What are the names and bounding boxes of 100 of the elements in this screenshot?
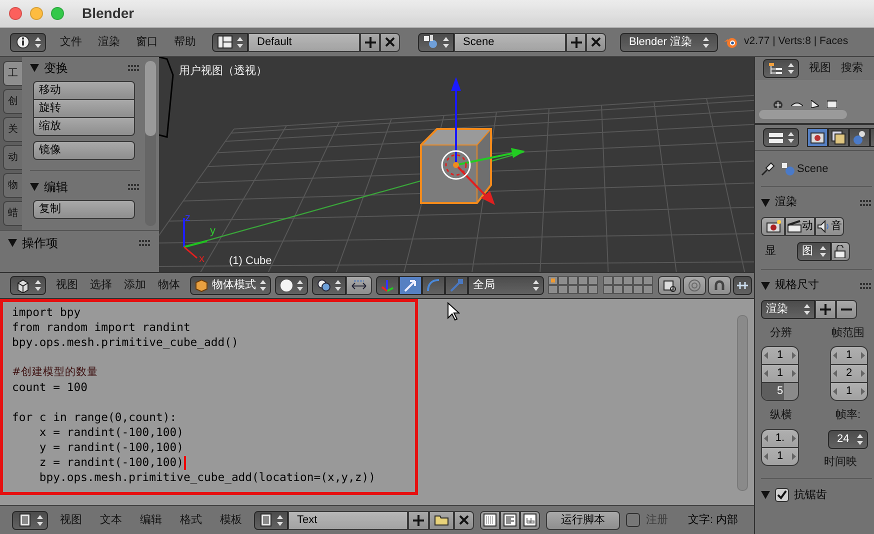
tool-button[interactable]: 缩放 [33,117,135,136]
editor-type-button[interactable] [10,32,46,52]
properties-tab[interactable] [807,128,828,147]
number-field[interactable]: 1 [761,446,799,466]
editor-type-button[interactable] [763,59,799,78]
properties-tab[interactable] [849,128,870,147]
menu-item[interactable]: 视图 [801,60,831,77]
line-numbers-icon [483,513,497,527]
menu-item[interactable]: 文本 [94,512,128,528]
number-field[interactable]: 1 [830,346,868,365]
horizontal-scrollbar[interactable] [759,110,847,119]
manipulator-button[interactable] [376,276,399,295]
properties-tab[interactable] [828,128,849,147]
run-script-button[interactable]: 运行脚本 [546,510,620,530]
tool-button[interactable]: 旋转 [33,99,135,118]
panel-title[interactable]: 编辑 [44,178,123,196]
tool-button[interactable]: 复制 [33,200,135,219]
menu-item[interactable]: 帮助 [168,34,202,50]
editor-type-button[interactable] [763,128,799,147]
number-field[interactable]: 2 [830,364,868,383]
number-field[interactable]: 1 [761,346,799,365]
render-image-button[interactable] [761,216,785,236]
unlink-text-button[interactable] [454,510,474,530]
panel-title[interactable]: 操作项 [22,234,134,252]
layout-field[interactable]: Default [248,32,360,52]
preset-dropdown[interactable]: 渲染 [761,300,815,318]
menu-item[interactable]: 选择 [84,277,118,294]
render-engine-dropdown[interactable]: Blender 渲染 [620,32,718,52]
menu-item[interactable]: 视图 [50,277,84,294]
frame-rate-dropdown[interactable]: 24 [828,430,868,448]
arc-icon [426,278,441,293]
tool-button[interactable]: 镜像 [33,141,135,160]
tool-shelf-tab[interactable]: 关 [3,117,22,142]
text-selector-button[interactable] [254,510,288,530]
scrollbar[interactable] [145,61,156,226]
left-arrow-icon [833,370,837,377]
menu-item[interactable]: 编辑 [134,512,168,528]
mode-dropdown[interactable]: 物体模式 [190,276,271,295]
display-dropdown[interactable]: 图 [797,242,831,260]
scene-selector-button[interactable] [418,32,454,52]
remove-button[interactable] [380,32,400,52]
tool-shelf-tab[interactable]: 工 [3,61,22,86]
panel-title[interactable]: 规格尺寸 [775,277,855,294]
open-text-button[interactable] [429,510,454,530]
lock-interface-button[interactable] [831,242,850,260]
menu-item[interactable]: 模板 [214,512,248,528]
render-audio-button[interactable]: 音 [815,216,844,236]
add-button[interactable] [360,32,380,52]
tool-shelf-tab[interactable]: 蜡 [3,201,22,226]
orientation-dropdown[interactable]: 全局 [468,276,544,295]
menu-item[interactable]: 窗口 [130,34,164,50]
add-preset-button[interactable] [815,300,836,318]
pivot-toggle-button[interactable] [346,276,372,295]
menu-item[interactable]: 渲染 [92,34,126,50]
menu-item[interactable]: 视图 [54,512,88,528]
view-toggle-button[interactable] [500,510,520,530]
snap-button[interactable] [708,276,731,295]
menu-item[interactable]: 搜索 [833,60,863,77]
editor-type-icon [15,278,31,292]
percentage-slider[interactable]: 5 [761,382,799,401]
remove-button[interactable] [586,32,606,52]
new-text-button[interactable] [408,510,429,530]
menu-item[interactable]: 格式 [174,512,208,528]
manipulator-button[interactable] [399,276,422,295]
render-animation-button[interactable]: 动 [785,216,815,236]
frame-rate-label: 帧率: [834,408,862,423]
editor-type-button[interactable] [12,510,48,530]
close-window-button[interactable] [9,7,22,20]
number-field[interactable]: 1 [830,382,868,401]
panel-title[interactable]: 变换 [44,59,123,77]
number-field[interactable]: 1. [761,428,799,448]
view-toggle-button[interactable] [520,510,540,530]
view-toggle-button[interactable] [480,510,500,530]
number-field[interactable]: 1 [761,364,799,383]
pivot-dropdown[interactable] [312,276,346,295]
shading-dropdown[interactable] [275,276,308,295]
scrollbar[interactable] [737,315,748,491]
scene-field[interactable]: Scene [454,32,566,52]
render-engine-label: Blender 渲染 [629,34,692,50]
menu-item[interactable]: 物体 [152,277,186,294]
panel-title[interactable]: 抗锯齿 [794,486,872,504]
tool-button[interactable]: 移动 [33,81,135,100]
scene-context-label: Scene [797,162,828,177]
remove-preset-button[interactable] [836,300,857,318]
lock-camera-button[interactable] [658,276,681,295]
text-name-field[interactable]: Text [288,510,408,530]
tool-shelf-tab[interactable]: 物 [3,173,22,198]
menu-item[interactable]: 添加 [118,277,152,294]
editor-type-button[interactable] [10,276,46,295]
antialiasing-checkbox[interactable] [775,488,789,502]
menu-item[interactable]: 文件 [54,34,88,50]
tool-shelf-tab[interactable]: 创 [3,89,22,114]
sphere-icon [280,279,293,292]
tool-shelf-tab[interactable]: 动 [3,145,22,170]
panel-title[interactable]: 渲染 [775,194,855,211]
proportional-edit-button[interactable] [683,276,706,295]
add-button[interactable] [566,32,586,52]
screen-layout-selector-button[interactable] [212,32,248,52]
aspect-label: 纵横 [769,408,793,423]
snap-target-button[interactable] [733,276,752,295]
